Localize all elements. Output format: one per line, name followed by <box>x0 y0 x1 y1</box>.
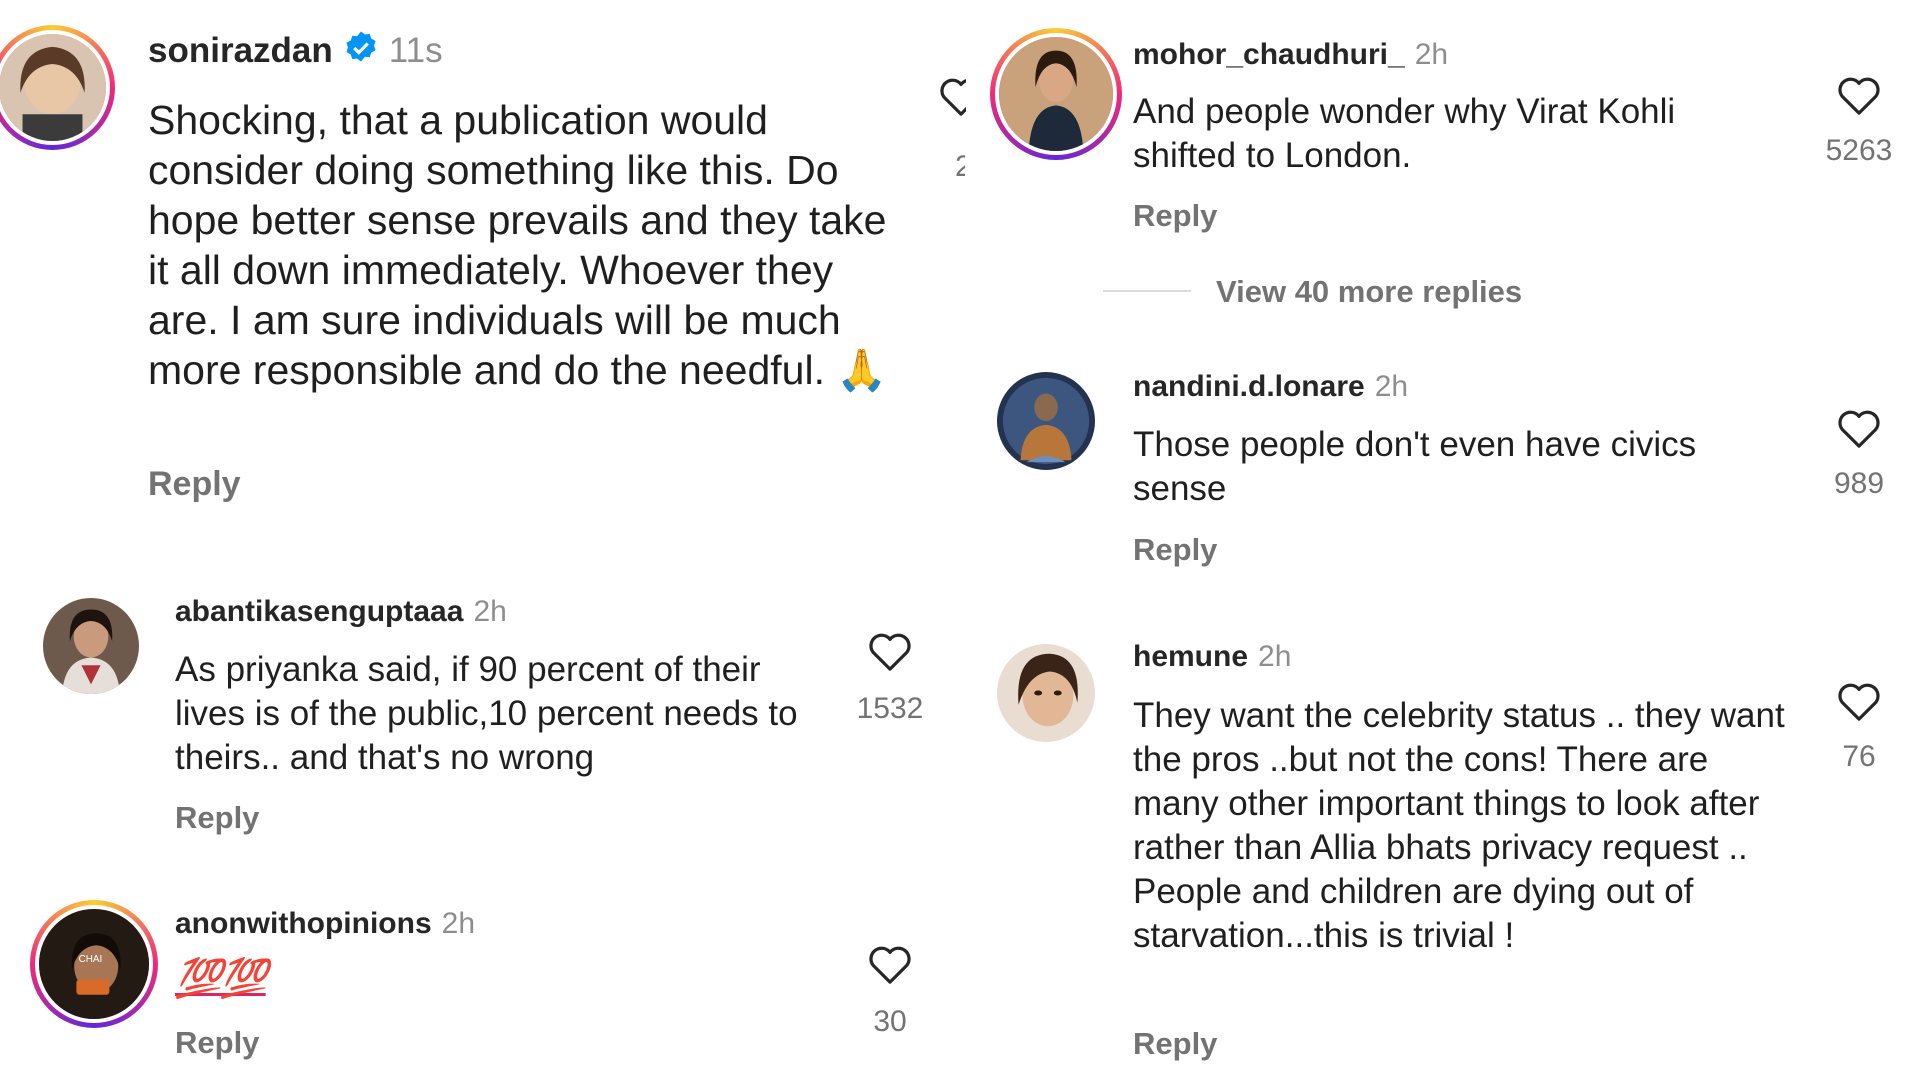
username-anonwithopinions[interactable]: anonwithopinions 2h <box>175 907 475 941</box>
username-text[interactable]: abantikasenguptaaa <box>175 595 463 628</box>
like-count: 989 <box>1833 467 1885 500</box>
username-text[interactable]: mohor_chaudhuri_ <box>1133 38 1405 71</box>
view-more-replies-button[interactable]: View 40 more replies <box>1216 274 1522 310</box>
reply-button-sonirazdan[interactable]: Reply <box>148 465 241 504</box>
view-replies-line <box>1103 290 1191 292</box>
avatar-sonirazdan[interactable] <box>0 25 115 150</box>
svg-text:CHAI: CHAI <box>79 954 103 965</box>
heart-icon[interactable] <box>1836 74 1882 121</box>
comment-text-hemune: They want the celebrity status .. they w… <box>1133 696 1785 955</box>
comment-text-mohor_chaudhuri_: And people wonder why Virat Kohli shifte… <box>1133 92 1676 175</box>
avatar-sonirazdan-image <box>0 34 106 141</box>
like-count: 76 <box>1842 740 1876 773</box>
verified-badge-icon <box>343 30 379 75</box>
like-count-partial: 2 <box>955 150 965 183</box>
comment-time: 11s <box>388 30 443 70</box>
username-text[interactable]: nandini.d.lonare <box>1133 370 1365 403</box>
avatar-abantikasenguptaaa-image <box>43 598 139 694</box>
reply-button-hemune[interactable]: Reply <box>1133 1026 1217 1062</box>
comment-time: 2h <box>441 907 476 940</box>
avatar-nandini.d.lonare[interactable] <box>997 372 1095 470</box>
reply-button-nandini.d.lonare[interactable]: Reply <box>1133 532 1217 568</box>
username-text[interactable]: anonwithopinions <box>175 907 432 940</box>
reply-button-abantikasenguptaaa[interactable]: Reply <box>175 800 259 836</box>
avatar-mohor_chaudhuri_[interactable] <box>990 28 1122 160</box>
username-mohor_chaudhuri_[interactable]: mohor_chaudhuri_ 2h <box>1133 38 1448 72</box>
avatar-mohor_chaudhuri_-image <box>999 37 1113 151</box>
username-abantikasenguptaaa[interactable]: abantikasenguptaaa 2h <box>175 595 507 629</box>
like-count: 30 <box>873 1005 907 1038</box>
reply-text-anonwithopinions: 💯💯 <box>175 958 268 1000</box>
username-text[interactable]: hemune <box>1133 640 1248 673</box>
comment-time: 2h <box>1374 370 1409 403</box>
avatar-hemune[interactable] <box>997 644 1095 742</box>
heart-icon[interactable] <box>867 630 913 677</box>
comment-text-nandini.d.lonare: Those people don't even have civics sens… <box>1133 425 1697 508</box>
username-sonirazdan[interactable]: sonirazdan 11s <box>148 30 443 75</box>
avatar-nandini.d.lonare-image <box>997 372 1095 470</box>
username-hemune[interactable]: hemune 2h <box>1133 640 1291 674</box>
heart-icon[interactable] <box>1836 407 1882 454</box>
avatar-anonwithopinions[interactable]: CHAI <box>30 900 158 1028</box>
avatar-abantikasenguptaaa[interactable] <box>43 598 139 694</box>
heart-icon[interactable] <box>867 943 913 990</box>
heart-icon-partial[interactable] <box>938 75 966 125</box>
avatar-hemune-image <box>997 644 1095 742</box>
avatar-anonwithopinions-image: CHAI <box>39 909 149 1019</box>
heart-icon[interactable] <box>1836 680 1882 727</box>
username-text[interactable]: sonirazdan <box>148 31 333 70</box>
reply-button-anonwithopinions[interactable]: Reply <box>175 1025 259 1061</box>
username-nandini.d.lonare[interactable]: nandini.d.lonare 2h <box>1133 370 1408 404</box>
like-count: 5263 <box>1825 134 1893 167</box>
main-comment-text: Shocking, that a publication would consi… <box>148 97 888 393</box>
comment-time: 2h <box>1258 640 1292 673</box>
comment-time: 2h <box>473 595 507 628</box>
like-count: 1532 <box>856 692 924 725</box>
reply-button-mohor_chaudhuri_[interactable]: Reply <box>1133 198 1217 234</box>
comment-time: 2h <box>1414 38 1449 71</box>
reply-text-abantikasenguptaaa: As priyanka said, if 90 percent of their… <box>175 650 798 777</box>
